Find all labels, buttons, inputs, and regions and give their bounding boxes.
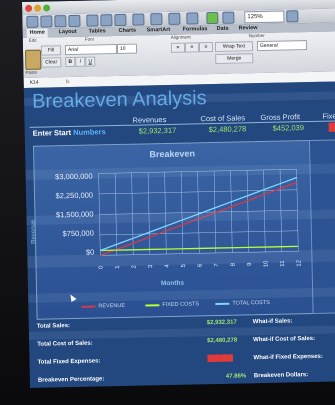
align-right-button[interactable]: ≡ — [198, 42, 214, 53]
breakeven-percentage-value: 47.86% — [225, 373, 247, 380]
align-center-button[interactable]: ≡ — [184, 42, 200, 53]
total-cost-of-sales-label: Total Cost of Sales: — [37, 340, 93, 348]
legend-label: TOTAL COSTS — [232, 299, 270, 307]
breakeven-dollars-label: Breakeven Dollars: — [253, 372, 309, 380]
cell-reference-box[interactable]: K14 — [30, 78, 39, 88]
minimize-window-button[interactable] — [34, 4, 42, 12]
paste-icon[interactable] — [114, 13, 127, 27]
start-numbers-label: Enter Start Numbers — [33, 127, 106, 138]
underline-button[interactable]: U — [85, 56, 96, 67]
tab-charts[interactable]: Charts — [119, 27, 137, 36]
legend-fixed-costs: FIXED COSTS — [145, 301, 199, 308]
total-sales-label: Total Sales: — [36, 323, 71, 330]
total-fixed-expenses-value: ██████ — [207, 355, 234, 363]
total-cost-of-sales-value: $2,480,278 — [207, 337, 238, 345]
legend-total-costs: TOTAL COSTS — [215, 300, 270, 307]
open-folder-icon[interactable] — [40, 15, 53, 28]
what-if-fixed-expenses-label: What-if Fixed Expenses: — [253, 353, 323, 362]
fill-button[interactable]: Fill — [40, 45, 62, 56]
wrap-text-button[interactable]: Wrap Text — [214, 41, 254, 52]
worksheet: Breakeven Analysis Revenues Cost of Sale… — [23, 81, 335, 388]
cut-icon[interactable] — [86, 14, 99, 27]
start-fixed-expenses-cell[interactable]: █████ — [329, 122, 335, 132]
paste-button[interactable] — [25, 49, 42, 70]
zoom-value: 125% — [247, 13, 263, 21]
monitor-frame: 125% Home Layout Tables Charts SmartArt … — [0, 0, 335, 405]
group-alignment-label: Alignment — [170, 34, 191, 40]
legend-label: FIXED COSTS — [162, 301, 200, 309]
function-icon[interactable]: fx — [66, 77, 70, 87]
help-icon[interactable] — [286, 10, 299, 23]
font-size-select[interactable]: 10 — [116, 43, 138, 55]
tab-data[interactable]: Data — [217, 25, 229, 34]
toolbox-icon[interactable] — [222, 11, 235, 24]
merge-button[interactable]: Merge — [215, 53, 254, 64]
filter-icon[interactable] — [186, 12, 199, 25]
paste-label: Paste — [25, 69, 38, 75]
number-format-select[interactable]: General — [256, 40, 308, 52]
group-number-label: Number — [248, 32, 265, 39]
start-cost-of-sales-cell[interactable]: $2,480,278 — [209, 124, 247, 134]
start-gross-profit-cell[interactable]: $452,039 — [273, 123, 304, 133]
legend-swatch-total-costs — [215, 302, 230, 305]
close-window-button[interactable] — [25, 4, 33, 12]
legend-swatch-fixed-costs — [145, 303, 160, 307]
what-if-sales-label: What-if Sales: — [252, 318, 293, 326]
clear-button[interactable]: Clear — [41, 57, 62, 68]
legend-revenue: REVENUE — [81, 303, 125, 310]
total-sales-value: $2,932,317 — [206, 319, 237, 327]
print-icon[interactable] — [68, 14, 81, 28]
autosum-icon[interactable] — [150, 13, 163, 26]
legend-label: REVENUE — [98, 302, 126, 310]
tab-home[interactable]: Home — [26, 28, 49, 38]
sort-icon[interactable] — [168, 12, 181, 25]
new-document-icon[interactable] — [26, 15, 39, 28]
group-edit-label: Edit — [28, 37, 37, 43]
tab-layout[interactable]: Layout — [59, 28, 77, 37]
total-fixed-expenses-label: Total Fixed Expenses: — [37, 358, 101, 366]
tab-review[interactable]: Review — [239, 24, 258, 33]
copy-icon[interactable] — [100, 14, 113, 27]
undo-icon[interactable] — [132, 13, 145, 26]
zoom-select[interactable]: 125% — [244, 10, 285, 24]
align-left-button[interactable]: ≡ — [170, 42, 186, 53]
what-if-cost-of-sales-label: What-if Cost of Sales: — [253, 335, 316, 344]
breakeven-percentage-label: Breakeven Percentage: — [37, 376, 105, 384]
start-label-highlight: Numbers — [73, 127, 106, 137]
screen: 125% Home Layout Tables Charts SmartArt … — [22, 0, 335, 388]
save-icon[interactable] — [54, 15, 67, 28]
gallery-icon[interactable] — [206, 11, 219, 25]
italic-button[interactable]: I — [75, 56, 86, 67]
start-label-prefix: Enter Start — [32, 127, 74, 138]
legend-swatch-revenue — [81, 305, 96, 308]
start-revenues-cell[interactable]: $2,932,317 — [139, 126, 177, 136]
group-font-label: Font — [84, 36, 94, 42]
bold-button[interactable]: B — [65, 56, 76, 68]
chart-x-axis-label: Months — [160, 279, 185, 288]
zoom-window-button[interactable] — [43, 4, 51, 12]
tab-tables[interactable]: Tables — [89, 27, 106, 36]
header-fixed-expenses: Fixed Exp — [322, 111, 335, 121]
font-name-select[interactable]: Arial — [64, 44, 118, 56]
